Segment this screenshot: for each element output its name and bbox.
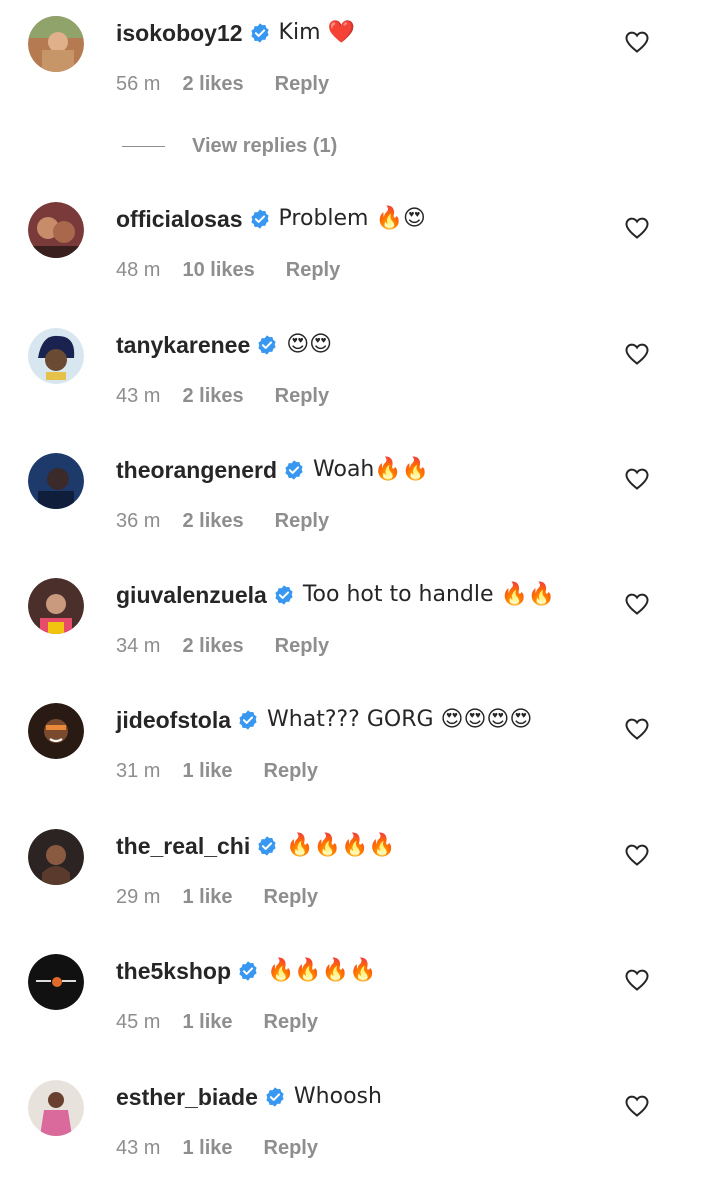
verified-badge-icon [256, 334, 278, 356]
comment-text: 😍😍 [286, 332, 333, 357]
comment-time: 34 m [116, 634, 161, 657]
comment-likes[interactable]: 1 like [182, 760, 232, 783]
comment-username[interactable]: the5kshop [116, 954, 231, 988]
comment-username[interactable]: giuvalenzuela [116, 578, 267, 612]
comment-time: 43 m [116, 384, 161, 407]
heart-outline-icon[interactable] [624, 467, 650, 491]
verified-badge-icon [249, 22, 271, 44]
comment-text: Problem 🔥😍 [278, 206, 426, 231]
reply-button[interactable]: Reply [275, 510, 329, 533]
reply-button[interactable]: Reply [275, 385, 329, 408]
verified-badge-icon [237, 960, 259, 982]
comment-username[interactable]: tanykarenee [116, 328, 250, 362]
comment-item: theorangenerd Woah🔥🔥 36 m 2 likes Reply [0, 437, 720, 532]
heart-outline-icon[interactable] [624, 216, 650, 240]
avatar[interactable] [28, 16, 84, 72]
reply-button[interactable]: Reply [264, 886, 318, 909]
reply-button[interactable]: Reply [264, 1137, 318, 1160]
avatar[interactable] [28, 829, 84, 885]
reply-button[interactable]: Reply [264, 1011, 318, 1034]
comment-likes[interactable]: 2 likes [182, 385, 243, 408]
comment-text: Too hot to handle 🔥🔥 [302, 582, 556, 607]
verified-badge-icon [249, 208, 271, 230]
comment-username[interactable]: theorangenerd [116, 453, 277, 487]
avatar[interactable] [28, 453, 84, 509]
comment-text: 🔥🔥🔥🔥 [267, 958, 377, 983]
reply-button[interactable]: Reply [264, 760, 318, 783]
comment-time: 31 m [116, 759, 161, 782]
reply-button[interactable]: Reply [275, 73, 329, 96]
comment-item: esther_biade Whoosh 43 m 1 like Reply [0, 1064, 720, 1159]
comment-username[interactable]: officialosas [116, 202, 243, 236]
heart-outline-icon[interactable] [624, 342, 650, 366]
avatar[interactable] [28, 1080, 84, 1136]
view-replies-label[interactable]: View replies (1) [192, 135, 337, 158]
avatar[interactable] [28, 328, 84, 384]
comment-likes[interactable]: 1 like [182, 1011, 232, 1034]
comment-username[interactable]: isokoboy12 [116, 16, 243, 50]
comment-item: the5kshop 🔥🔥🔥🔥 45 m 1 like Reply [0, 938, 720, 1033]
comment-item: the_real_chi 🔥🔥🔥🔥 29 m 1 like Reply [0, 813, 720, 908]
comment-likes[interactable]: 2 likes [182, 73, 243, 96]
comment-likes[interactable]: 2 likes [182, 510, 243, 533]
comment-item: giuvalenzuela Too hot to handle 🔥🔥 34 m … [0, 562, 720, 657]
comment-text: What??? GORG 😍😍😍😍 [267, 707, 533, 732]
comment-time: 56 m [116, 72, 161, 95]
verified-badge-icon [283, 459, 305, 481]
comment-item: jideofstola What??? GORG 😍😍😍😍 31 m 1 lik… [0, 687, 720, 782]
heart-outline-icon[interactable] [624, 1094, 650, 1118]
verified-badge-icon [273, 584, 295, 606]
comment-item: tanykarenee 😍😍 43 m 2 likes Reply [0, 312, 720, 407]
comment-likes[interactable]: 2 likes [182, 635, 243, 658]
comment-time: 43 m [116, 1136, 161, 1159]
heart-outline-icon[interactable] [624, 843, 650, 867]
comment-likes[interactable]: 1 like [182, 886, 232, 909]
comment-username[interactable]: esther_biade [116, 1080, 258, 1114]
avatar[interactable] [28, 578, 84, 634]
reply-button[interactable]: Reply [275, 635, 329, 658]
avatar[interactable] [28, 202, 84, 258]
view-replies-button[interactable]: View replies (1) [122, 130, 337, 162]
avatar[interactable] [28, 954, 84, 1010]
comment-likes[interactable]: 1 like [182, 1137, 232, 1160]
comment-time: 29 m [116, 885, 161, 908]
reply-button[interactable]: Reply [286, 259, 340, 282]
heart-outline-icon[interactable] [624, 592, 650, 616]
heart-outline-icon[interactable] [624, 968, 650, 992]
comment-text: Woah🔥🔥 [313, 457, 430, 482]
comment-time: 45 m [116, 1010, 161, 1033]
verified-badge-icon [237, 709, 259, 731]
comment-username[interactable]: the_real_chi [116, 829, 250, 863]
comment-text: 🔥🔥🔥🔥 [286, 833, 396, 858]
comment-username[interactable]: jideofstola [116, 703, 231, 737]
comment-text: Kim ❤️ [278, 20, 355, 45]
verified-badge-icon [256, 835, 278, 857]
heart-outline-icon[interactable] [624, 30, 650, 54]
comment-item: isokoboy12 Kim ❤️ 56 m 2 likes Reply [0, 0, 720, 95]
view-replies-divider [122, 145, 165, 147]
heart-outline-icon[interactable] [624, 717, 650, 741]
comment-item: officialosas Problem 🔥😍 48 m 10 likes Re… [0, 186, 720, 281]
verified-badge-icon [264, 1086, 286, 1108]
comment-likes[interactable]: 10 likes [182, 259, 254, 282]
avatar[interactable] [28, 703, 84, 759]
comment-text: Whoosh [293, 1084, 382, 1109]
comment-time: 36 m [116, 509, 161, 532]
comment-time: 48 m [116, 258, 161, 281]
